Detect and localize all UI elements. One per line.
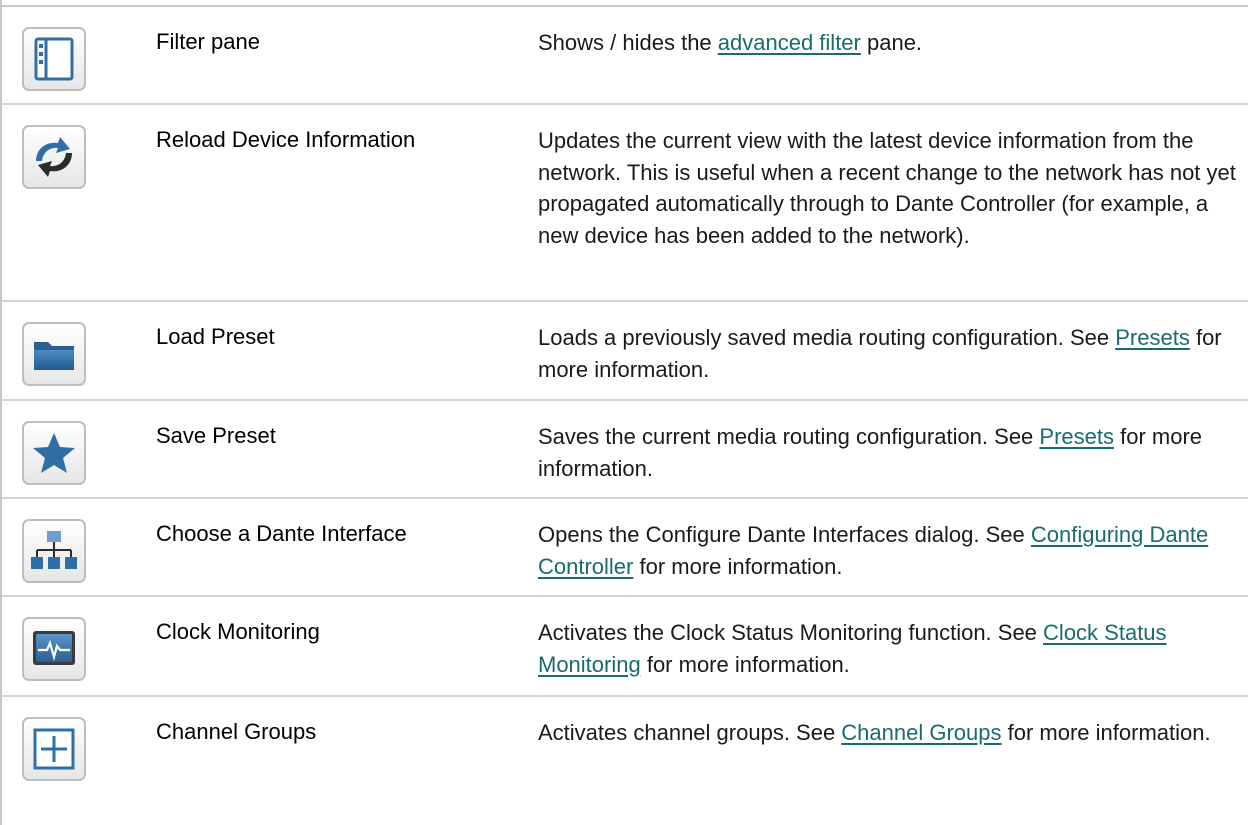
table-row: Reload Device Information Updates the cu… xyxy=(2,105,1248,302)
table-row: Load Preset Loads a previously saved med… xyxy=(2,302,1248,401)
table-row: Filter pane Shows / hides the advanced f… xyxy=(2,7,1248,105)
feature-description: Shows / hides the advanced filter pane. xyxy=(538,30,923,55)
plus-box-icon[interactable] xyxy=(22,717,86,781)
filter-pane-icon[interactable] xyxy=(22,27,86,91)
feature-name: Choose a Dante Interface xyxy=(156,521,407,546)
feature-description: Updates the current view with the latest… xyxy=(538,128,1236,248)
table-row: Save Preset Saves the current media rout… xyxy=(2,401,1248,499)
feature-description: Loads a previously saved media routing c… xyxy=(538,325,1222,382)
feature-description: Saves the current media routing configur… xyxy=(538,424,1203,481)
feature-name: Channel Groups xyxy=(156,719,317,744)
feature-name: Reload Device Information xyxy=(156,127,416,152)
feature-description: Activates channel groups. See Channel Gr… xyxy=(538,720,1211,745)
advanced-filter-link[interactable]: advanced filter xyxy=(718,30,861,55)
channel-groups-link[interactable]: Channel Groups xyxy=(841,720,1001,745)
table-row: Channel Groups Activates channel groups.… xyxy=(2,697,1248,825)
feature-name: Filter pane xyxy=(156,29,260,54)
reload-arrows-icon[interactable] xyxy=(22,125,86,189)
feature-description: Opens the Configure Dante Interfaces dia… xyxy=(538,522,1209,579)
toolbar-reference-table: Filter pane Shows / hides the advanced f… xyxy=(0,0,1248,825)
feature-name: Load Preset xyxy=(156,324,275,349)
feature-name: Clock Monitoring xyxy=(156,619,320,644)
presets-link[interactable]: Presets xyxy=(1039,424,1114,449)
feature-name: Save Preset xyxy=(156,423,276,448)
table-row: Clock Monitoring Activates the Clock Sta… xyxy=(2,597,1248,697)
presets-link[interactable]: Presets xyxy=(1115,325,1190,350)
feature-description: Activates the Clock Status Monitoring fu… xyxy=(538,620,1167,677)
folder-icon[interactable] xyxy=(22,322,86,386)
star-icon[interactable] xyxy=(22,421,86,485)
table-row: Choose a Dante Interface Opens the Confi… xyxy=(2,499,1248,597)
clock-monitor-icon[interactable] xyxy=(22,617,86,681)
network-tree-icon[interactable] xyxy=(22,519,86,583)
